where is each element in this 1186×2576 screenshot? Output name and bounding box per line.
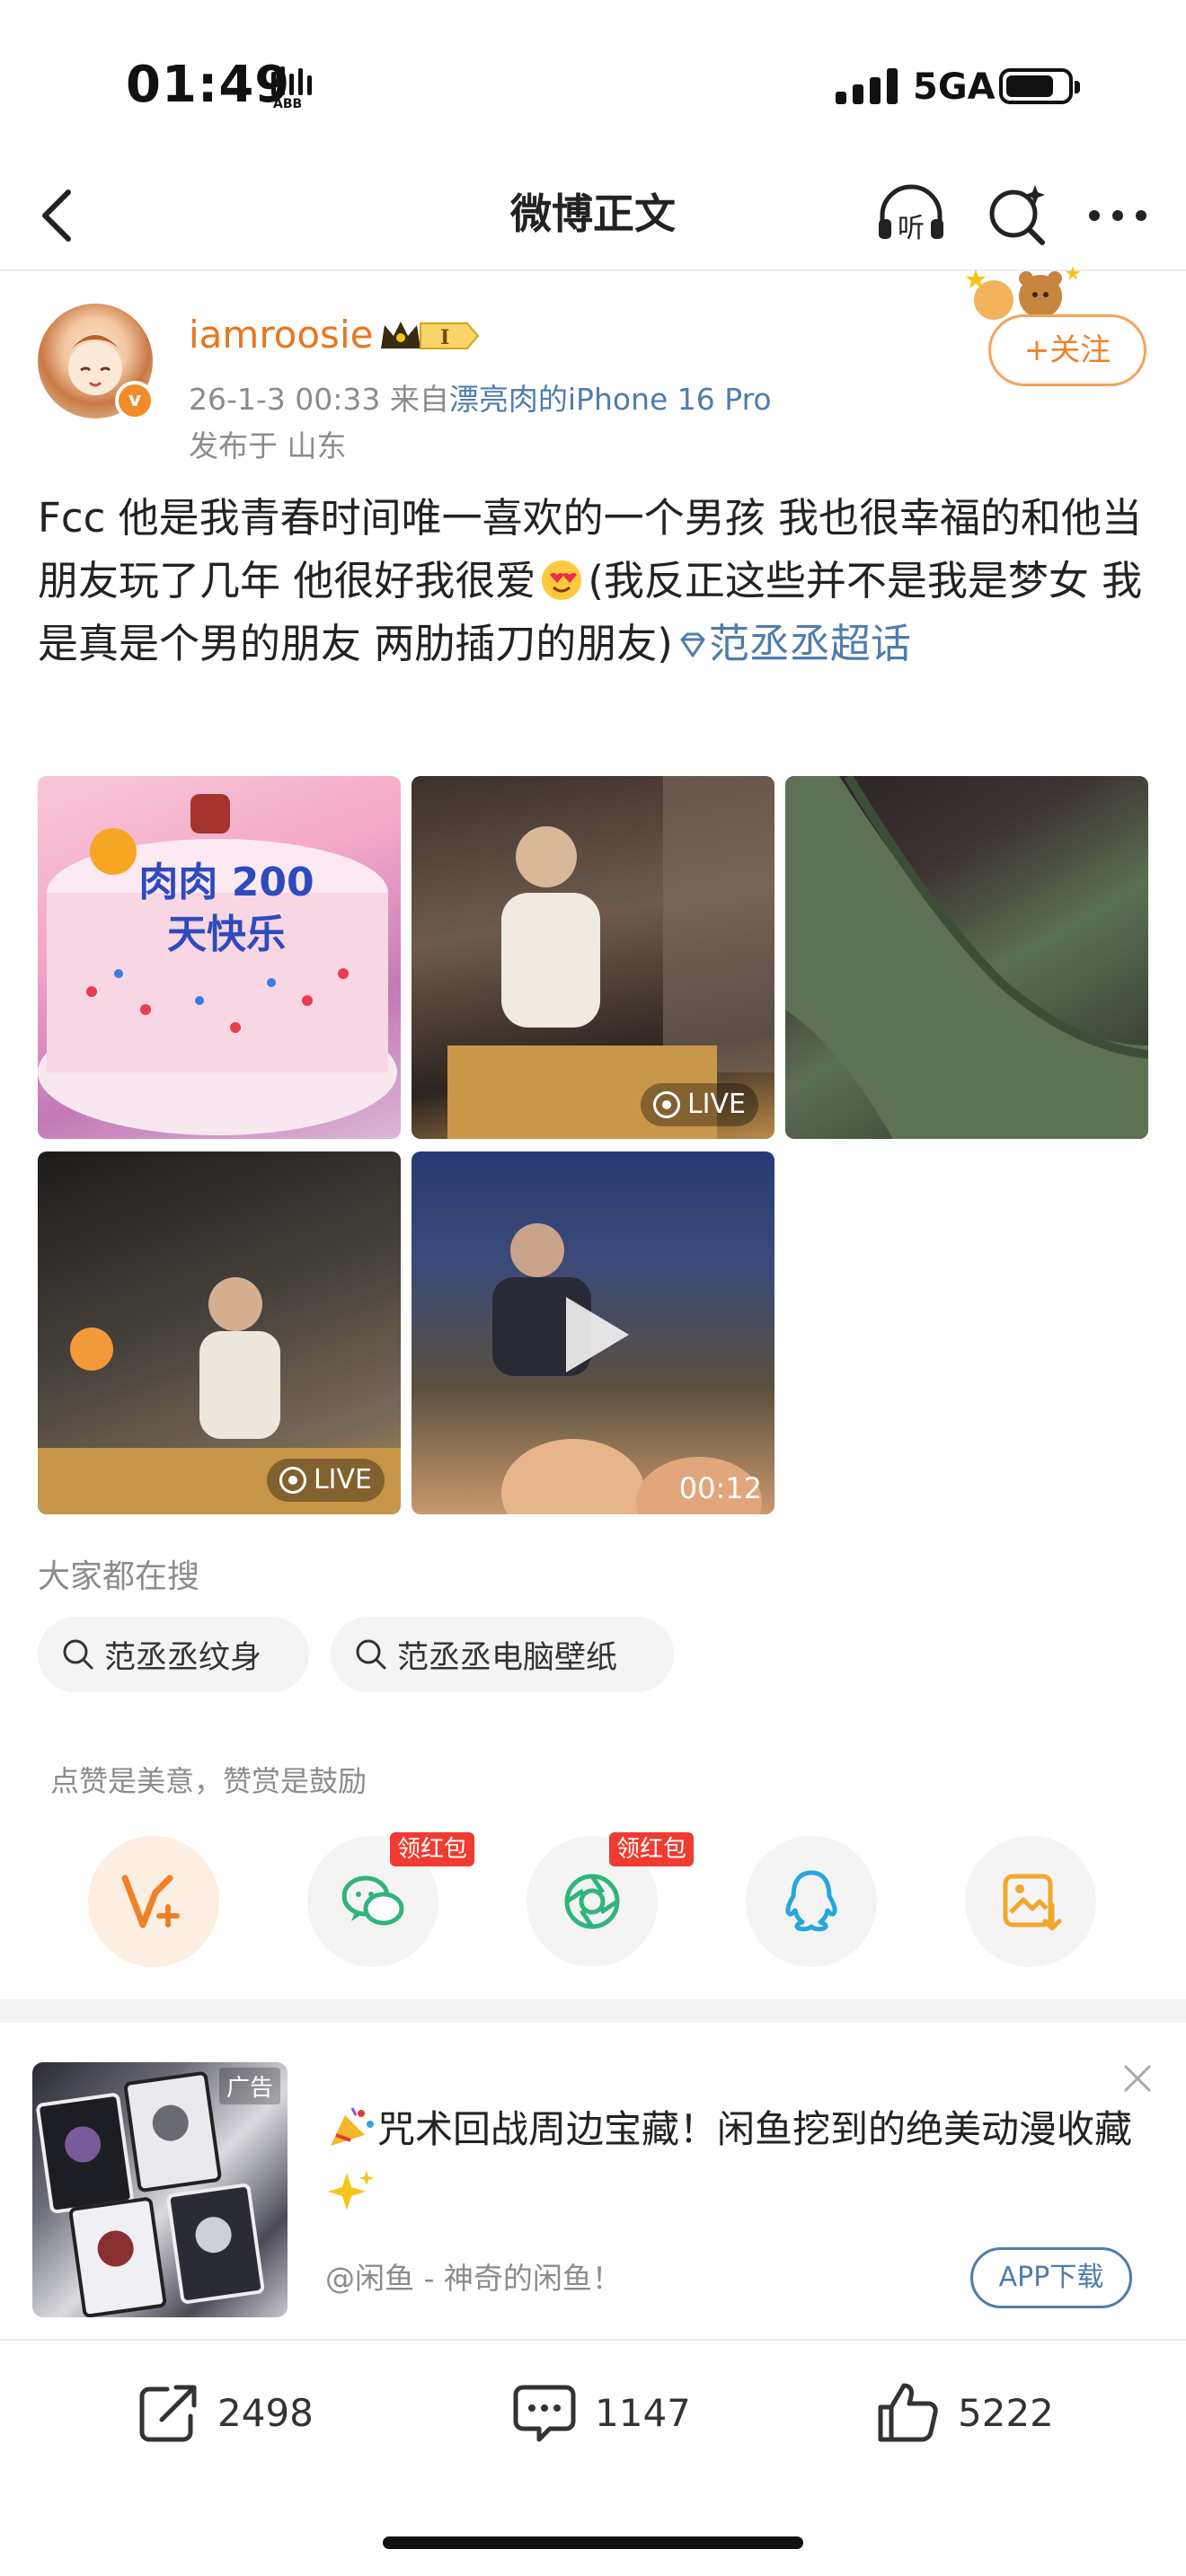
trending-search-heading: 大家都在搜 bbox=[38, 1558, 200, 1595]
save-image-button[interactable] bbox=[965, 1836, 1096, 1967]
section-divider bbox=[0, 1999, 1186, 2023]
search-chip-label: 范丞丞电脑壁纸 bbox=[397, 1639, 618, 1676]
ad-image[interactable]: 广告 bbox=[32, 2062, 288, 2317]
sparkles-emoji-icon bbox=[328, 2171, 374, 2210]
party-popper-emoji-icon bbox=[331, 2107, 374, 2146]
play-icon[interactable] bbox=[557, 1292, 634, 1378]
search-chip-2[interactable]: 范丞丞电脑壁纸 bbox=[331, 1617, 674, 1692]
like-button[interactable]: 5222 bbox=[872, 2377, 1054, 2448]
hongbao-badge: 领红包 bbox=[390, 1832, 475, 1866]
comment-button[interactable]: 1147 bbox=[509, 2377, 691, 2448]
post-location: 发布于 山东 bbox=[189, 428, 347, 463]
repost-count: 2498 bbox=[217, 2390, 314, 2435]
search-icon bbox=[356, 1639, 386, 1670]
live-label: LIVE bbox=[313, 1464, 372, 1495]
like-count: 5222 bbox=[958, 2390, 1054, 2435]
source-prefix: 来自 bbox=[389, 382, 449, 417]
vip-level: I bbox=[440, 326, 449, 349]
status-time: 01:49 bbox=[126, 56, 291, 114]
moments-icon bbox=[564, 1874, 620, 1929]
thumbs-up-icon bbox=[878, 2383, 938, 2442]
app-download-button[interactable]: APP下载 bbox=[970, 2247, 1132, 2308]
comment-count: 1147 bbox=[595, 2390, 691, 2435]
live-label: LIVE bbox=[686, 1089, 746, 1120]
post-text: Fcc 他是我青春时间唯一喜欢的一个男孩 我也很幸福的和他当朋友玩了几年 他很好… bbox=[38, 487, 1152, 675]
back-chevron-icon[interactable] bbox=[27, 180, 90, 251]
svg-text:ABB: ABB bbox=[273, 97, 302, 110]
follow-button[interactable]: +关注 bbox=[988, 314, 1146, 386]
repost-button[interactable]: 2498 bbox=[131, 2377, 314, 2448]
save-image-icon bbox=[1003, 1874, 1062, 1931]
post-source[interactable]: 漂亮肉的iPhone 16 Pro bbox=[449, 382, 772, 417]
post-image-2[interactable]: LIVE bbox=[412, 776, 774, 1139]
more-dots-icon[interactable] bbox=[1082, 180, 1154, 251]
ad-label: 广告 bbox=[218, 2068, 280, 2104]
reward-note: 点赞是美意，赞赏是鼓励 bbox=[50, 1764, 367, 1798]
post-date: 26-1-3 00:33 bbox=[189, 382, 381, 417]
live-photo-badge: LIVE bbox=[266, 1459, 385, 1502]
page-title: 微博正文 bbox=[510, 190, 676, 238]
search-sparkle-icon[interactable] bbox=[981, 180, 1053, 251]
post-image-3[interactable] bbox=[785, 776, 1148, 1139]
username[interactable]: iamroosie bbox=[189, 313, 373, 357]
verified-badge-icon: v bbox=[115, 381, 155, 420]
post-image-4[interactable]: LIVE bbox=[38, 1151, 401, 1514]
bottom-toolbar: 2498 1147 5222 bbox=[0, 2339, 1186, 2492]
live-icon bbox=[279, 1467, 306, 1494]
ad-title[interactable]: 咒术回战周边宝藏！闲鱼挖到的绝美动漫收藏 bbox=[325, 2098, 1134, 2224]
ad-source[interactable]: @闲鱼 - 神奇的闲鱼！ bbox=[325, 2254, 622, 2298]
live-icon bbox=[652, 1091, 680, 1118]
search-chip-1[interactable]: 范丞丞纹身 bbox=[38, 1617, 309, 1692]
ad-title-text: 咒术回战周边宝藏！闲鱼挖到的绝美动漫收藏 bbox=[377, 2107, 1133, 2151]
heart-eyes-emoji-icon bbox=[542, 560, 582, 600]
post-meta: 26-1-3 00:33 来自漂亮肉的iPhone 16 Pro bbox=[189, 375, 772, 419]
search-chip-label: 范丞丞纹身 bbox=[104, 1639, 262, 1676]
qq-icon bbox=[785, 1870, 837, 1932]
vip-crown-badge-icon[interactable]: I bbox=[377, 316, 482, 356]
reward-button[interactable] bbox=[88, 1836, 219, 1967]
home-indicator[interactable] bbox=[383, 2536, 803, 2549]
search-icon bbox=[63, 1639, 93, 1670]
diamond-topic-icon bbox=[680, 632, 705, 657]
battery-icon bbox=[999, 68, 1080, 104]
share-qq-button[interactable] bbox=[746, 1836, 877, 1967]
topic-link[interactable]: 范丞丞超话 bbox=[709, 620, 911, 667]
wechat-icon bbox=[341, 1875, 404, 1926]
cake-text: 肉肉 200天快乐 bbox=[138, 860, 314, 957]
listen-label: 听 bbox=[898, 213, 925, 244]
nav-bar: 微博正文 听 bbox=[0, 162, 1186, 271]
post-video[interactable]: 00:12 bbox=[412, 1151, 774, 1514]
network-type: 5GA bbox=[913, 66, 996, 108]
activity-bars-icon: ABB bbox=[271, 66, 312, 110]
status-bar: 01:49 ABB 5GA bbox=[0, 0, 1186, 162]
cellular-signal-icon bbox=[836, 66, 898, 104]
close-icon[interactable] bbox=[1116, 2057, 1159, 2100]
listen-headphones-icon[interactable]: 听 bbox=[873, 176, 949, 251]
repost-icon bbox=[139, 2385, 197, 2442]
vip-reward-icon bbox=[121, 1875, 180, 1928]
comment-icon bbox=[513, 2385, 576, 2442]
post-image-1[interactable]: 肉肉 200天快乐 bbox=[38, 776, 401, 1139]
video-duration: 00:12 bbox=[678, 1471, 762, 1505]
live-photo-badge: LIVE bbox=[640, 1083, 758, 1126]
hongbao-badge: 领红包 bbox=[609, 1832, 695, 1866]
